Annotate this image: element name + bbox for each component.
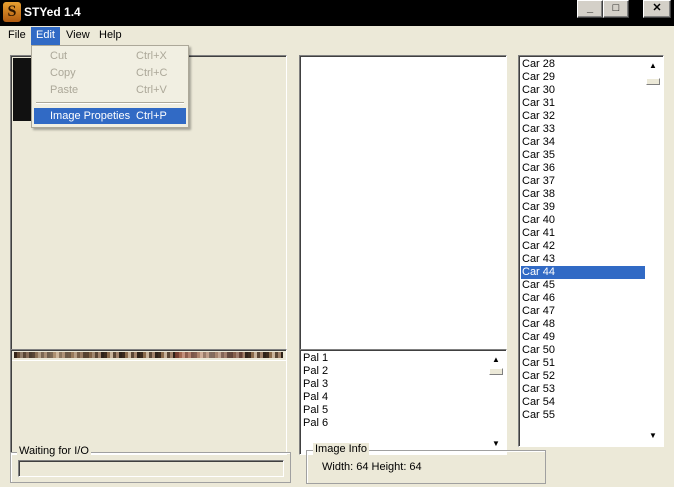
app-logo-icon: S: [3, 2, 21, 22]
window-title: STYed 1.4: [24, 5, 81, 19]
palette-tint: [14, 352, 95, 358]
car-list-item[interactable]: Car 49: [521, 331, 645, 344]
car-list-item[interactable]: Car 46: [521, 292, 645, 305]
car-list-item[interactable]: Car 32: [521, 110, 645, 123]
car-list-item[interactable]: Car 47: [521, 305, 645, 318]
palette-list-rows: Pal 1 Pal 2 Pal 3 Pal 4 Pal 5 Pal 6: [302, 352, 488, 430]
car-list-item[interactable]: Car 29: [521, 71, 645, 84]
menu-help[interactable]: Help: [94, 27, 127, 45]
client-area: File Edit View Help Car 28 Car 29 Car 30 Ca…: [0, 26, 674, 487]
car-listbox[interactable]: Car 28 Car 29 Car 30 Car 31 Car 32 Car 33 Car …: [518, 55, 664, 447]
car-list-item[interactable]: Car 30: [521, 84, 645, 97]
paste-shortcut: Ctrl+V: [136, 84, 167, 96]
cut-label: Cut: [50, 50, 68, 62]
car-list-scrollbar[interactable]: ▲ ▼: [645, 58, 661, 444]
paste-label: Paste: [50, 84, 79, 96]
scroll-down-arrow-icon[interactable]: ▼: [645, 428, 661, 444]
image-info-group: Image Info Width: 64 Height: 64: [306, 443, 546, 484]
palette-list-scrollbar[interactable]: ▲ ▼: [488, 352, 504, 452]
palette-list-item[interactable]: Pal 6: [302, 417, 488, 430]
image-dimensions-text: Width: 64 Height: 64: [322, 461, 422, 473]
menu-item-cut[interactable]: Cut Ctrl+X: [34, 48, 186, 64]
minimize-button[interactable]: _: [577, 0, 603, 18]
scroll-up-arrow-icon[interactable]: ▲: [645, 58, 661, 74]
sprite-preview-image: [13, 58, 33, 121]
palette-list-item[interactable]: Pal 2: [302, 365, 488, 378]
car-list-item[interactable]: Car 28: [521, 58, 645, 71]
scroll-up-arrow-icon[interactable]: ▲: [488, 352, 504, 368]
car-list-item[interactable]: Car 37: [521, 175, 645, 188]
menu-item-paste[interactable]: Paste Ctrl+V: [34, 82, 186, 98]
car-list-item[interactable]: Car 53: [521, 383, 645, 396]
car-list-item[interactable]: Car 31: [521, 97, 645, 110]
close-button[interactable]: ✕: [643, 0, 671, 18]
menu-edit[interactable]: Edit: [31, 27, 60, 45]
menu-bar: File Edit View Help: [0, 26, 674, 45]
cut-shortcut: Ctrl+X: [136, 50, 167, 62]
title-bar: S STYed 1.4 _ □ ✕: [0, 0, 674, 26]
car-list-item[interactable]: Car 48: [521, 318, 645, 331]
copy-label: Copy: [50, 67, 76, 79]
car-list-item[interactable]: Car 35: [521, 149, 645, 162]
palette-list-item[interactable]: Pal 3: [302, 378, 488, 391]
car-list-item[interactable]: Car 54: [521, 396, 645, 409]
palette-listbox[interactable]: Pal 1 Pal 2 Pal 3 Pal 4 Pal 5 Pal 6 ▲ ▼: [299, 349, 507, 455]
car-list-item[interactable]: Car 36: [521, 162, 645, 175]
car-list-item[interactable]: Car 42: [521, 240, 645, 253]
io-status-label: Waiting for I/O: [17, 445, 91, 457]
copy-shortcut: Ctrl+C: [136, 67, 168, 79]
car-list-rows: Car 28 Car 29 Car 30 Car 31 Car 32 Car 33 Car …: [521, 58, 645, 422]
io-progress-bar: [18, 460, 284, 477]
menu-file[interactable]: File: [3, 27, 31, 45]
car-list-item[interactable]: Car 44: [521, 266, 645, 279]
palette-panel[interactable]: [10, 349, 287, 455]
image-properties-shortcut: Ctrl+P: [136, 110, 167, 122]
io-status-group: Waiting for I/O: [10, 445, 291, 483]
car-list-item[interactable]: Car 43: [521, 253, 645, 266]
car-list-item[interactable]: Car 40: [521, 214, 645, 227]
car-list-item[interactable]: Car 50: [521, 344, 645, 357]
car-list-item[interactable]: Car 51: [521, 357, 645, 370]
palette-tint: [175, 352, 243, 358]
car-list-item[interactable]: Car 41: [521, 227, 645, 240]
menu-separator: [36, 102, 184, 104]
car-list-item[interactable]: Car 39: [521, 201, 645, 214]
palette-list-item[interactable]: Pal 1: [302, 352, 488, 365]
car-list-item[interactable]: Car 55: [521, 409, 645, 422]
scroll-thumb[interactable]: [646, 78, 660, 85]
car-list-item[interactable]: Car 45: [521, 279, 645, 292]
edit-menu-dropdown: Cut Ctrl+X Copy Ctrl+C Paste Ctrl+V Imag…: [31, 45, 189, 128]
image-properties-label: Image Propeties: [50, 110, 131, 122]
image-view-panel[interactable]: [299, 55, 507, 357]
car-list-item[interactable]: Car 38: [521, 188, 645, 201]
palette-list-item[interactable]: Pal 5: [302, 404, 488, 417]
palette-color-strip[interactable]: [14, 352, 283, 358]
image-info-label: Image Info: [313, 443, 369, 455]
car-list-item[interactable]: Car 34: [521, 136, 645, 149]
scroll-thumb[interactable]: [489, 368, 503, 375]
menu-view[interactable]: View: [61, 27, 95, 45]
car-list-item[interactable]: Car 33: [521, 123, 645, 136]
maximize-button[interactable]: □: [603, 0, 629, 18]
menu-item-image-properties[interactable]: Image Propeties Ctrl+P: [34, 108, 186, 124]
menu-item-copy[interactable]: Copy Ctrl+C: [34, 65, 186, 81]
car-list-item[interactable]: Car 52: [521, 370, 645, 383]
palette-list-item[interactable]: Pal 4: [302, 391, 488, 404]
